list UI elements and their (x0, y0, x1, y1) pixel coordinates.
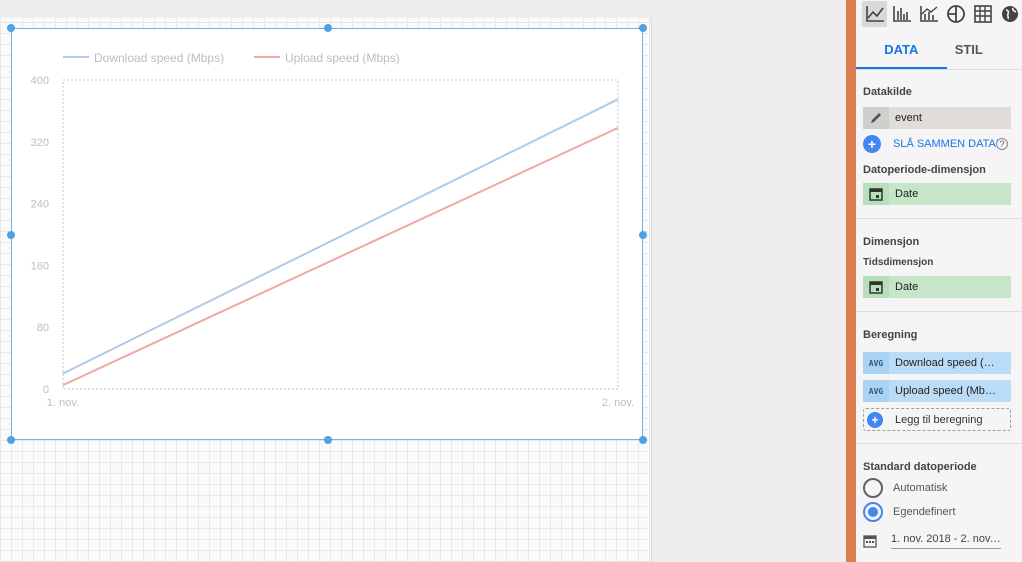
bar-chart-icon[interactable] (889, 1, 914, 27)
radio-label: Egendefinert (893, 506, 956, 518)
resize-handle-top[interactable] (324, 24, 332, 32)
panel-tabs: DATA STIL (856, 32, 1022, 70)
x-tick-label: 2. nov. (602, 397, 634, 409)
calendar-icon (863, 183, 889, 205)
geo-chart-icon[interactable] (997, 1, 1022, 27)
pie-chart-icon[interactable] (943, 1, 968, 27)
add-metric-label: Legg til beregning (895, 413, 983, 426)
y-tick-label: 400 (31, 75, 49, 87)
properties-panel: DATA STIL Datakilde event + SLÅ SAMMEN D… (856, 0, 1022, 562)
resize-handle-top-right[interactable] (639, 24, 647, 32)
data-source-label: Datakilde (863, 86, 912, 98)
calendar-icon (863, 276, 889, 298)
legend-label: Download speed (Mbps) (94, 51, 224, 65)
radio-button[interactable] (863, 502, 883, 522)
divider (856, 311, 1022, 312)
divider (856, 218, 1022, 219)
radio-label: Automatisk (893, 482, 948, 494)
legend-label: Upload speed (Mbps) (285, 51, 400, 65)
chart-type-picker (856, 0, 1022, 28)
default-date-range-label: Standard datoperiode (863, 461, 977, 473)
add-metric-button[interactable]: + Legg til beregning (863, 408, 1011, 431)
date-range-dimension-label: Datoperiode-dimensjon (863, 164, 986, 176)
line-chart-icon[interactable] (862, 1, 887, 27)
x-tick-label: 1. nov. (47, 397, 79, 409)
time-dimension-label: Tidsdimensjon (863, 257, 934, 268)
calendar-icon (863, 535, 877, 548)
resize-handle-bottom[interactable] (324, 436, 332, 444)
resize-handle-left[interactable] (7, 231, 15, 239)
metric-name: Download speed (… (889, 352, 1011, 374)
radio-custom[interactable]: Egendefinert (863, 502, 955, 522)
divider (856, 443, 1022, 444)
plus-icon: + (863, 135, 881, 153)
table-icon[interactable] (970, 1, 995, 27)
time-series-chart[interactable]: 0 80 160 240 320 400 1. nov. 2. nov. Download sp… (11, 28, 643, 440)
right-gutter (653, 0, 846, 562)
aggregation-badge[interactable]: AVG (863, 352, 889, 374)
y-tick-label: 160 (31, 260, 49, 272)
data-source-name: event (889, 107, 1011, 129)
data-source-chip[interactable]: event (863, 107, 1011, 129)
canvas-top-margin (0, 0, 652, 18)
blend-data-label: SLÅ SAMMEN DATAE (893, 138, 1004, 150)
resize-handle-bottom-left[interactable] (7, 436, 15, 444)
radio-automatic[interactable]: Automatisk (863, 478, 947, 498)
dimension-label: Dimensjon (863, 236, 920, 248)
date-range-value: 1. nov. 2018 - 2. nov. … (891, 533, 1001, 549)
aggregation-badge[interactable]: AVG (863, 380, 889, 402)
metric-chip-upload[interactable]: AVG Upload speed (Mb… (863, 380, 1011, 402)
series-line-download (62, 98, 619, 375)
metrics-label: Beregning (863, 329, 918, 341)
y-tick-label: 240 (31, 199, 49, 211)
panel-edge-strip (846, 0, 856, 562)
resize-handle-top-left[interactable] (7, 24, 15, 32)
chart-svg: 0 80 160 240 320 400 1. nov. 2. nov. Download sp… (31, 51, 634, 409)
metric-name: Upload speed (Mb… (889, 380, 1011, 402)
tab-style[interactable]: STIL (947, 32, 1022, 69)
radio-button[interactable] (863, 478, 883, 498)
report-canvas[interactable]: 0 80 160 240 320 400 1. nov. 2. nov. Download sp… (0, 0, 652, 562)
date-range-picker[interactable]: 1. nov. 2018 - 2. nov. … (863, 533, 1001, 549)
blend-data-button[interactable]: + SLÅ SAMMEN DATAE (863, 135, 1003, 153)
plus-icon: + (867, 411, 883, 428)
resize-handle-right[interactable] (639, 231, 647, 239)
resize-handle-bottom-right[interactable] (639, 436, 647, 444)
date-range-dimension-value: Date (889, 183, 1011, 205)
plot-area-border (62, 79, 619, 390)
help-icon[interactable]: ? (996, 138, 1008, 150)
series-line-upload (62, 126, 619, 387)
pencil-icon[interactable] (863, 107, 889, 129)
tab-data[interactable]: DATA (856, 32, 947, 69)
time-dimension-chip[interactable]: Date (863, 276, 1011, 298)
time-dimension-value: Date (889, 276, 1011, 298)
combo-chart-icon[interactable] (916, 1, 941, 27)
y-tick-label: 80 (37, 322, 49, 334)
y-tick-label: 0 (43, 384, 49, 396)
y-tick-label: 320 (31, 137, 49, 149)
metric-chip-download[interactable]: AVG Download speed (… (863, 352, 1011, 374)
date-range-dimension-chip[interactable]: Date (863, 183, 1011, 205)
